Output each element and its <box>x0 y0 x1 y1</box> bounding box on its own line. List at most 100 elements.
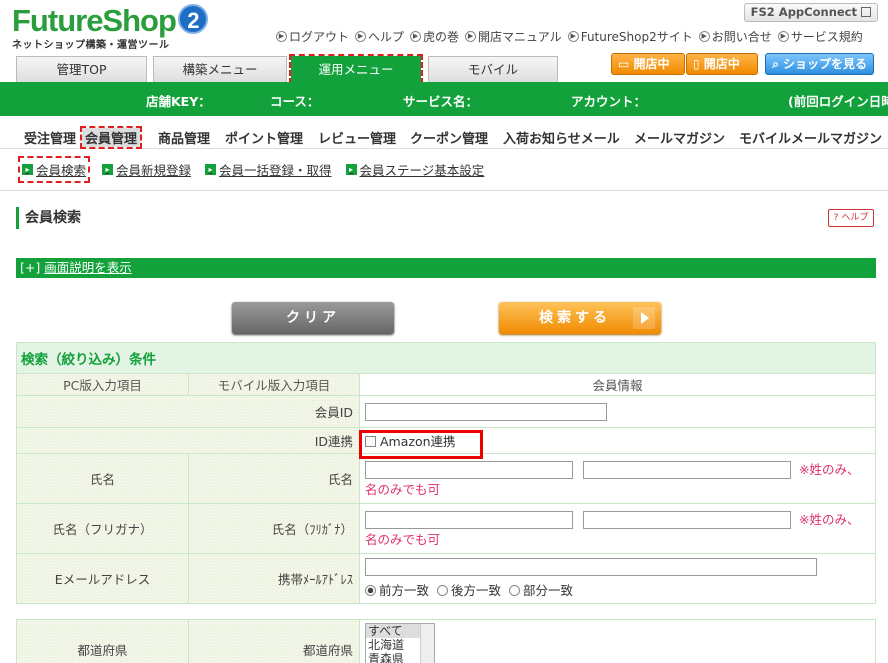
logo-subtitle: ネットショップ構築・運営ツール <box>12 40 170 51</box>
submenu-products[interactable]: 商品管理 <box>158 128 210 147</box>
radio-label: 後方一致 <box>451 583 502 598</box>
arrow-icon: ▸ <box>102 164 114 175</box>
last-login-label: (前回ログイン日時 <box>788 94 888 109</box>
radio-partial-match[interactable] <box>509 585 520 596</box>
name-note-2: 名のみでも可 <box>365 482 441 498</box>
submenu-orders[interactable]: 受注管理 <box>24 128 76 147</box>
radio-label: 部分一致 <box>523 583 574 598</box>
tab-build-menu[interactable]: 構築メニュー <box>153 56 287 82</box>
sub-menu: 受注管理 会員管理 商品管理 ポイント管理 レビュー管理 クーポン管理 入荷お知… <box>0 125 888 149</box>
arrow-icon: ▶ <box>465 31 477 42</box>
external-link-icon <box>861 7 871 17</box>
scrollbar[interactable] <box>420 624 434 663</box>
arrow-icon: ▶ <box>276 31 287 42</box>
link-member-new[interactable]: ▸ 会員新規登録 <box>102 158 191 181</box>
link-label: 虎の巻 <box>423 30 460 44</box>
submenu-members[interactable]: 会員管理 <box>79 126 143 149</box>
search-conditions-table: 検索（絞り込み）条件 PC版入力項目 モバイル版入力項目 会員情報 会員ID I… <box>16 342 876 604</box>
link-member-stage[interactable]: ▸ 会員ステージ基本設定 <box>345 158 485 181</box>
service-label: サービス名： <box>403 94 479 109</box>
link-member-bulk[interactable]: ▸ 会員一括登録・取得 <box>205 158 332 181</box>
arrow-icon: ▸ <box>22 164 33 175</box>
link-label: 会員一括登録・取得 <box>219 163 332 178</box>
submenu-mail-magazine[interactable]: メールマガジン <box>634 128 725 147</box>
link-contact[interactable]: ▶ お問い合せ <box>698 28 772 45</box>
link-member-search[interactable]: ▸ 会員検索 <box>17 156 91 183</box>
submenu-points[interactable]: ポイント管理 <box>225 128 303 147</box>
link-label: ログアウト <box>289 30 350 44</box>
tab-operation-menu[interactable]: 運用メニュー <box>289 54 423 84</box>
link-terms[interactable]: ▶ サービス規約 <box>777 28 863 45</box>
kana-mobile-label: 氏名（ﾌﾘｶﾞﾅ） <box>188 503 360 554</box>
monitor-icon: ▭ <box>618 57 634 71</box>
account-label: アカウント： <box>571 94 647 109</box>
mobile-open-status-button[interactable]: ▯ 開店中 <box>686 53 758 75</box>
arrow-icon: ▶ <box>410 31 422 42</box>
clear-button[interactable]: クリア <box>232 302 394 334</box>
name-mobile-label: 氏名 <box>188 453 360 504</box>
email-mobile-label: 携帯ﾒｰﾙｱﾄﾞﾚｽ <box>188 553 360 604</box>
tab-mobile[interactable]: モバイル <box>428 56 558 82</box>
explain-link[interactable]: 画面説明を表示 <box>44 260 132 275</box>
mobile-status-label: 開店中 <box>703 57 740 71</box>
first-name-kana-input[interactable] <box>582 511 791 530</box>
link-site[interactable]: ▶ FutureShop2サイト <box>567 28 693 45</box>
play-arrow-icon <box>633 307 655 329</box>
top-links: ▶ ログアウト ▶ ヘルプ ▶ 虎の巻 ▶ 開店マニュアル ▶ FutureShop2サイ… <box>276 28 863 45</box>
submenu-mobile-mail-magazine[interactable]: モバイルメールマガジン <box>739 128 882 147</box>
pref-pc-label: 都道府県 <box>16 619 189 663</box>
appconnect-button[interactable]: FS2 AppConnect <box>743 3 878 22</box>
name-pc-label: 氏名 <box>16 453 189 504</box>
submenu-reviews[interactable]: レビュー管理 <box>318 128 396 147</box>
last-name-kana-input[interactable] <box>365 511 573 530</box>
explain-bar: [+] 画面説明を表示 <box>16 258 876 278</box>
conditions-heading: 検索（絞り込み）条件 <box>16 342 876 374</box>
search-button[interactable]: 検索する <box>499 302 661 334</box>
pref-mobile-label: 都道府県 <box>188 619 360 663</box>
first-name-input[interactable] <box>582 461 791 480</box>
logo-badge: 2 <box>177 4 208 34</box>
col-header-mobile: モバイル版入力項目 <box>188 373 360 396</box>
course-label: コース： <box>270 94 320 109</box>
link-label: ヘルプ <box>368 30 405 44</box>
link-manual[interactable]: ▶ 開店マニュアル <box>465 28 562 45</box>
id-link-label: ID連携 <box>16 427 360 454</box>
prefecture-listbox[interactable]: すべて 北海道 青森県 <box>365 623 435 663</box>
view-shop-button[interactable]: ⌕ ショップを見る <box>765 53 874 75</box>
radio-label: 前方一致 <box>379 583 430 598</box>
link-label: 開店マニュアル <box>478 30 562 44</box>
submenu-coupons[interactable]: クーポン管理 <box>410 128 488 147</box>
link-label: 会員ステージ基本設定 <box>359 163 485 178</box>
member-id-label: 会員ID <box>16 395 360 428</box>
kana-pc-label: 氏名（フリガナ） <box>16 503 189 554</box>
highlight-box <box>359 430 483 459</box>
page-title: 会員検索 <box>16 207 81 229</box>
radio-suffix-match[interactable] <box>437 585 448 596</box>
phone-icon: ▯ <box>693 57 704 71</box>
name-note: ※姓のみ、 <box>798 461 860 477</box>
arrow-icon: ▸ <box>345 164 357 175</box>
divider <box>0 190 888 191</box>
last-name-input[interactable] <box>365 461 573 480</box>
explain-prefix: [+] <box>20 260 41 275</box>
submenu-arrival-mail[interactable]: 入荷お知らせメール <box>503 128 620 147</box>
email-input[interactable] <box>365 558 817 576</box>
help-button[interactable]: ? ヘルプ <box>828 209 874 227</box>
radio-prefix-match[interactable] <box>365 585 376 596</box>
link-help[interactable]: ▶ ヘルプ <box>355 28 404 45</box>
pc-open-status-button[interactable]: ▭ 開店中 <box>611 53 685 75</box>
email-pc-label: Eメールアドレス <box>16 553 189 604</box>
arrow-icon: ▸ <box>205 164 217 175</box>
tab-admin-top[interactable]: 管理TOP <box>16 56 147 82</box>
link-tora[interactable]: ▶ 虎の巻 <box>410 28 459 45</box>
kana-note-2: 名のみでも可 <box>365 532 441 548</box>
prefecture-table: 都道府県 都道府県 すべて 北海道 青森県 <box>16 619 876 663</box>
col-header-pc: PC版入力項目 <box>16 373 189 396</box>
member-id-input[interactable] <box>365 402 607 421</box>
link-label: FutureShop2サイト <box>580 30 693 44</box>
arrow-icon: ▶ <box>567 31 579 42</box>
appconnect-label: FS2 AppConnect <box>750 5 857 19</box>
link-label: サービス規約 <box>790 30 863 44</box>
link-logout[interactable]: ▶ ログアウト <box>276 28 349 45</box>
sub-sub-menu: ▸ 会員検索 ▸ 会員新規登録 ▸ 会員一括登録・取得 ▸ 会員ステージ基本設定 <box>17 156 485 183</box>
